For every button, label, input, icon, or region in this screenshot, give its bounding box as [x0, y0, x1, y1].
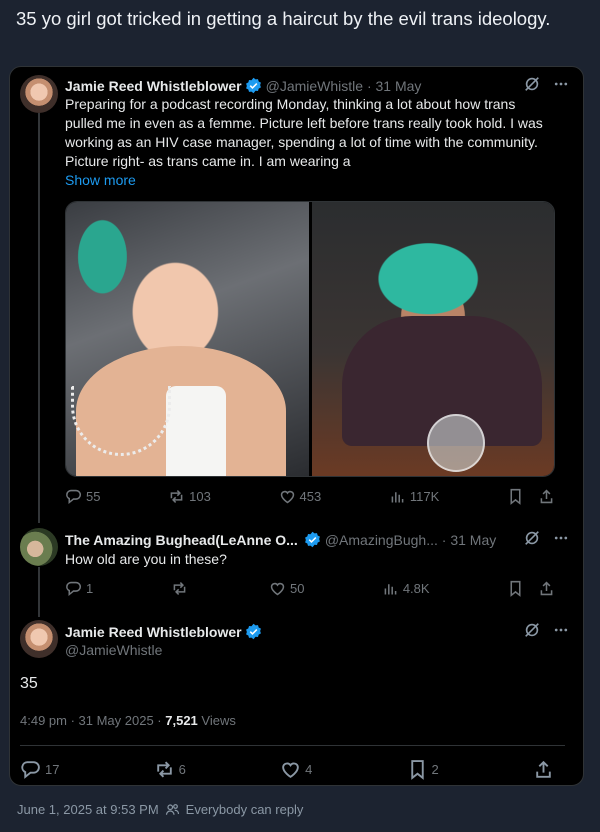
author-handle[interactable]: @JamieWhistle — [65, 642, 162, 658]
more-options-icon[interactable] — [553, 530, 569, 546]
repost-button[interactable] — [171, 580, 192, 597]
like-count: 453 — [299, 489, 322, 504]
verified-badge-icon — [245, 623, 261, 640]
grok-icon[interactable] — [523, 529, 541, 547]
avatar[interactable] — [20, 528, 58, 566]
reply-button[interactable]: 17 — [20, 759, 59, 780]
repost-count: 103 — [189, 489, 211, 504]
author-handle[interactable]: @JamieWhistle — [266, 78, 363, 94]
views-count: 7,521 — [165, 713, 198, 728]
reply-icon — [66, 489, 82, 505]
verified-badge-icon — [245, 77, 261, 94]
thread-line — [38, 567, 40, 617]
views-label: Views — [197, 713, 236, 728]
tweet-header-actions — [523, 75, 569, 93]
bookmark-icon[interactable] — [507, 488, 524, 505]
share-icon[interactable] — [538, 488, 555, 505]
views-button[interactable]: 4.8K — [382, 580, 430, 597]
like-button[interactable]: 4 — [280, 759, 312, 780]
tweet-text: 35 — [20, 675, 38, 692]
author-handle[interactable]: @AmazingBugh... — [325, 532, 438, 548]
avatar[interactable] — [20, 75, 58, 113]
embedded-thread-card[interactable]: Jamie Reed Whistleblower @JamieWhistle · … — [9, 66, 584, 786]
like-count: 4 — [305, 762, 313, 777]
author-name[interactable]: The Amazing Bughead(LeAnne O... — [65, 532, 298, 548]
divider — [20, 745, 565, 746]
tweet-actions: 55 103 453 117K — [65, 488, 555, 505]
photo-left[interactable] — [66, 202, 309, 476]
share-button[interactable] — [533, 759, 554, 780]
reply-button[interactable]: 1 — [65, 580, 93, 597]
show-more-link[interactable]: Show more — [65, 172, 136, 188]
reply-count: 55 — [86, 489, 101, 504]
tweet-date[interactable]: · 31 May — [442, 532, 496, 548]
bookmark-icon — [410, 760, 424, 780]
tweet-text: Preparing for a podcast recording Monday… — [65, 96, 543, 169]
reply-icon — [66, 581, 82, 597]
share-group — [507, 488, 555, 505]
photo-detail — [426, 414, 485, 472]
bookmark-button[interactable]: 2 — [407, 759, 439, 780]
tweet-handle-row: @JamieWhistle — [65, 642, 569, 658]
tweet-header: Jamie Reed Whistleblower — [65, 623, 569, 640]
post-footer: June 1, 2025 at 9:53 PM Everybody can re… — [17, 802, 303, 817]
avatar[interactable] — [20, 620, 58, 658]
reply-button[interactable]: 55 — [65, 488, 100, 505]
views-chart-icon — [391, 492, 404, 503]
reply-icon — [21, 761, 40, 779]
photo-right[interactable] — [311, 202, 554, 476]
repost-button[interactable]: 6 — [154, 759, 186, 780]
tweet-header-actions — [523, 621, 569, 639]
reply-count: 1 — [86, 581, 94, 596]
heart-icon — [270, 582, 285, 596]
views-chart-icon — [384, 584, 397, 595]
thread-line — [38, 113, 40, 523]
share-icon[interactable] — [538, 580, 555, 597]
tweet-header-actions — [523, 529, 569, 547]
tweet-time[interactable]: 4:49 pm · 31 May 2025 · — [20, 713, 165, 728]
views-button[interactable]: 117K — [389, 488, 439, 505]
repost-icon — [156, 761, 172, 778]
heart-icon — [282, 762, 299, 778]
people-icon — [165, 804, 179, 815]
tweet-text: How old are you in these? — [65, 551, 227, 567]
tweet-date[interactable]: · 31 May — [367, 78, 421, 94]
views-count: 117K — [409, 489, 440, 504]
grok-icon[interactable] — [523, 75, 541, 93]
bookmark-icon[interactable] — [507, 580, 524, 597]
tweet-actions: 17 6 4 2 — [20, 759, 554, 780]
reply-setting[interactable]: Everybody can reply — [186, 802, 304, 817]
more-options-icon[interactable] — [553, 622, 569, 638]
like-count: 50 — [289, 581, 305, 596]
tweet-header: Jamie Reed Whistleblower @JamieWhistle · … — [65, 77, 569, 94]
like-button[interactable]: 453 — [279, 488, 322, 505]
repost-button[interactable]: 103 — [168, 488, 211, 505]
share-group — [507, 580, 555, 597]
tweet-media[interactable] — [65, 201, 555, 477]
verified-badge-icon — [304, 531, 320, 548]
views-count: 4.8K — [402, 581, 430, 596]
repost-icon — [170, 490, 183, 503]
post-text: 35 yo girl got tricked in getting a hair… — [16, 8, 551, 29]
repost-icon — [173, 582, 185, 595]
repost-count: 6 — [178, 762, 186, 777]
share-icon — [536, 760, 551, 778]
author-name[interactable]: Jamie Reed Whistleblower — [65, 78, 242, 94]
grok-icon[interactable] — [523, 621, 541, 639]
reply-count: 17 — [45, 762, 60, 777]
more-options-icon[interactable] — [553, 76, 569, 92]
bookmark-count: 2 — [431, 762, 439, 777]
photo-detail — [166, 386, 226, 476]
tweet-header: The Amazing Bughead(LeAnne O... @AmazingB… — [65, 531, 569, 548]
tweet-actions: 1 50 4.8K — [65, 580, 555, 597]
tweet-timestamp: 4:49 pm · 31 May 2025 · 7,521 Views — [20, 713, 236, 728]
post-date[interactable]: June 1, 2025 at 9:53 PM — [17, 802, 159, 817]
like-button[interactable]: 50 — [269, 580, 304, 597]
author-name[interactable]: Jamie Reed Whistleblower — [65, 624, 242, 640]
heart-icon — [280, 490, 294, 504]
